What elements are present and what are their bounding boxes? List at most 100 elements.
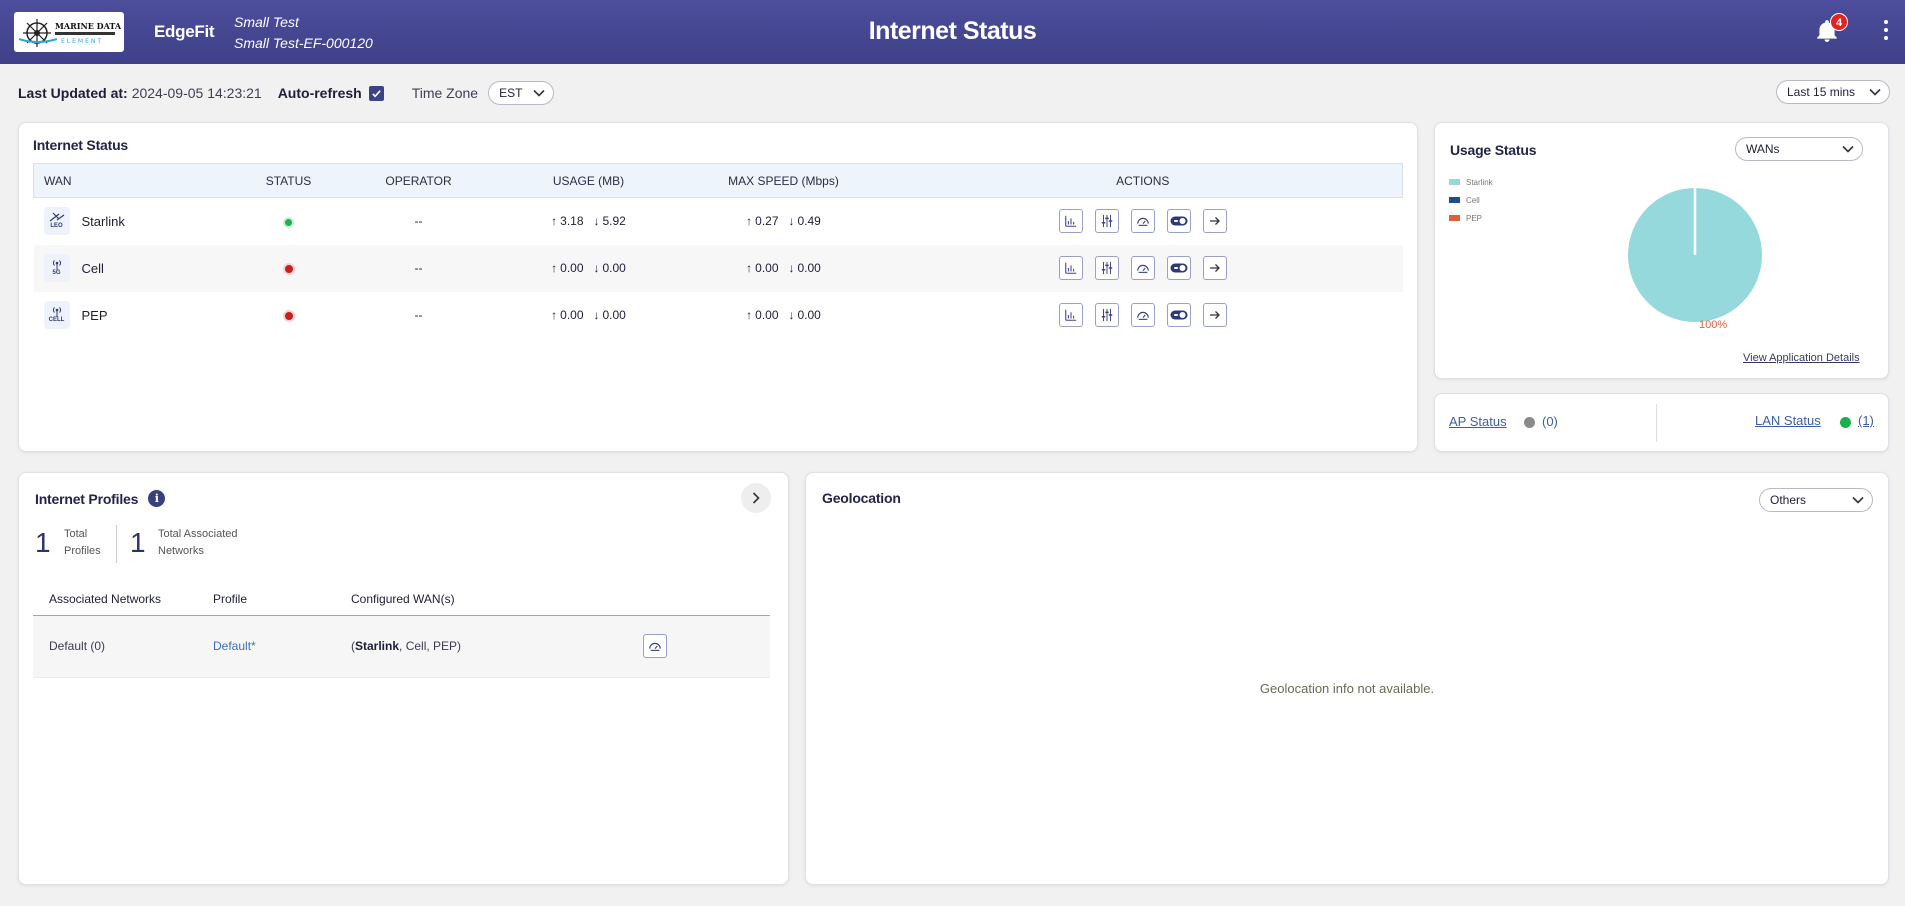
col-wan: WAN [33, 163, 234, 198]
ap-status-count[interactable]: (0) [1542, 414, 1558, 429]
charts-button[interactable] [1059, 303, 1083, 327]
legend-item-starlink[interactable]: Starlink [1449, 173, 1493, 191]
col-associated-networks: Associated Networks [33, 583, 197, 616]
wan-type-icon: 5G [43, 254, 70, 282]
usage-legend: Starlink Cell PEP [1449, 173, 1493, 227]
speedtest-button[interactable] [643, 634, 667, 658]
arrow-right-icon [1210, 217, 1220, 226]
max-speed: ↑ 0.27 ↓ 0.49 [746, 214, 821, 229]
ap-status-dot [1524, 417, 1535, 428]
auto-refresh-checkbox[interactable] [368, 85, 384, 101]
configure-button[interactable] [1095, 209, 1119, 234]
time-range-select[interactable]: Last 15 mins [1776, 80, 1890, 104]
details-button[interactable] [1203, 209, 1227, 234]
legend-item-cell[interactable]: Cell [1449, 191, 1493, 209]
lan-status-link[interactable]: LAN Status [1755, 413, 1821, 428]
enable-toggle-button[interactable] [1167, 256, 1191, 280]
stats-divider [116, 525, 117, 563]
wan-table-header: WAN STATUS OPERATOR USAGE (MB) MAX SPEED… [33, 163, 1403, 198]
auto-refresh-label: Auto-refresh [277, 85, 362, 101]
chevron-right-icon [752, 492, 760, 504]
arrow-up-icon: ↑ [746, 214, 753, 229]
usage-status-title: Usage Status [1450, 142, 1537, 158]
usage: ↑ 0.00 ↓ 0.00 [493, 244, 684, 292]
table-row: 5G Cell -- ↑ 0.00 ↓ 0.00 ↑ 0.00 ↓ 0.00 [33, 244, 1403, 292]
chart-icon [1065, 309, 1077, 321]
timezone-value: EST [499, 86, 523, 100]
ap-status-link[interactable]: AP Status [1449, 414, 1507, 429]
table-row: LEO Starlink -- ↑ 3.18 ↓ 5.92 ↑ 0.27 ↓ 0.49 [34, 198, 1403, 245]
internet-profiles-title: Internet Profiles i [35, 490, 166, 507]
pie-percent-label: 100% [1699, 319, 1728, 331]
time-range-value: Last 15 mins [1787, 85, 1856, 99]
page-title: Internet Status [868, 17, 1037, 45]
toggle-on-icon [1170, 310, 1188, 320]
enable-toggle-button[interactable] [1167, 209, 1191, 234]
chevron-down-icon [1852, 496, 1864, 504]
wan-name: PEP [81, 307, 108, 323]
arrow-down-icon: ↓ [593, 214, 600, 229]
chevron-down-icon [1842, 145, 1854, 153]
arrow-up-icon: ↑ [551, 214, 558, 229]
configure-button[interactable] [1095, 303, 1119, 327]
toggle-on-icon [1170, 263, 1188, 273]
profiles-table-header: Associated Networks Profile Configured W… [33, 583, 770, 616]
status-dot [284, 311, 293, 320]
table-row: CELL PEP -- ↑ 0.00 ↓ 0.00 ↑ 0.00 ↓ 0.00 [34, 292, 1403, 339]
internet-profiles-card: Internet Profiles i 1 Total Profiles 1 T… [18, 472, 789, 885]
antenna-icon [52, 307, 61, 317]
view-application-details-link[interactable]: View Application Details [1743, 352, 1860, 364]
more-menu-icon[interactable] [1882, 20, 1890, 46]
chevron-down-icon [1869, 88, 1881, 96]
geolocation-empty-message: Geolocation info not available. [1259, 681, 1435, 696]
col-profile-actions [627, 583, 770, 616]
max-speed: ↑ 0.00 ↓ 0.00 [746, 308, 821, 322]
speedtest-button[interactable] [1131, 256, 1155, 280]
chevron-down-icon [533, 89, 545, 97]
operator: -- [414, 214, 423, 229]
arrow-right-icon [1210, 264, 1220, 272]
timezone-select[interactable]: EST [488, 81, 555, 105]
configure-button[interactable] [1095, 256, 1119, 280]
col-actions: ACTIONS [883, 163, 1403, 198]
geolocation-title: Geolocation [822, 490, 901, 506]
geolocation-filter-select[interactable]: Others [1759, 488, 1873, 512]
arrow-right-icon [1210, 311, 1220, 319]
details-button[interactable] [1203, 256, 1227, 280]
profile-link[interactable]: Default* [197, 615, 335, 678]
antenna-icon [52, 260, 61, 270]
col-max-speed: MAX SPEED (Mbps) [683, 163, 884, 198]
details-button[interactable] [1203, 303, 1227, 327]
profiles-expand-button[interactable] [741, 483, 771, 513]
col-profile: Profile [197, 583, 335, 616]
speedometer-icon [1137, 218, 1149, 227]
charts-button[interactable] [1059, 209, 1083, 234]
enable-toggle-button[interactable] [1167, 303, 1191, 327]
info-icon[interactable]: i [148, 490, 166, 507]
lan-status-count[interactable]: (1) [1858, 413, 1874, 428]
usage-pie-chart [1628, 188, 1762, 322]
arrow-up-icon: ↑ [746, 261, 753, 275]
chart-icon [1065, 262, 1077, 274]
charts-button[interactable] [1059, 256, 1083, 280]
profiles-table: Associated Networks Profile Configured W… [33, 583, 770, 678]
speedometer-icon [649, 642, 661, 651]
network-name: Default (0) [33, 615, 197, 678]
wan-type-icon: LEO [43, 207, 70, 236]
ap-lan-status-card: AP Status (0) LAN Status (1) [1434, 393, 1889, 452]
usage-filter-select[interactable]: WANs [1735, 137, 1863, 161]
status-dot [285, 218, 292, 226]
speedtest-button[interactable] [1131, 303, 1155, 327]
card-divider [1656, 404, 1657, 442]
table-row: Default (0) Default* (Starlink, Cell, PE… [33, 615, 770, 678]
toggle-on-icon [1170, 216, 1188, 226]
wan-cell: LEO Starlink [34, 207, 234, 236]
speedtest-button[interactable] [1131, 209, 1155, 234]
wan-cell: 5G Cell [34, 254, 234, 282]
wan-name: Starlink [81, 213, 125, 229]
sliders-icon [1101, 215, 1113, 228]
geolocation-filter-value: Others [1770, 493, 1807, 507]
notification-badge: 4 [1830, 13, 1848, 31]
col-operator: OPERATOR [343, 163, 494, 198]
legend-item-pep[interactable]: PEP [1449, 209, 1493, 227]
